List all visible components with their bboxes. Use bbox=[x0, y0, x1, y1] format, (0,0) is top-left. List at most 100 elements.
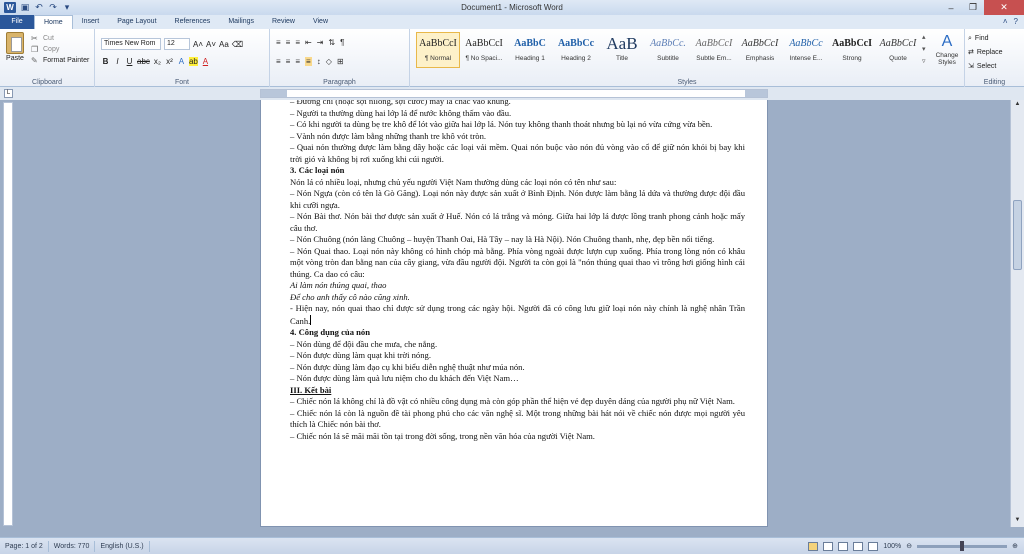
page-count[interactable]: Page: 1 of 2 bbox=[0, 540, 49, 552]
tab-file[interactable]: File bbox=[0, 15, 34, 29]
document-paragraph[interactable]: – Nón được dùng làm quạt khi trời nóng. bbox=[290, 350, 745, 362]
format-painter-button[interactable]: ✎ Format Painter bbox=[31, 55, 89, 66]
section-heading[interactable]: III. Kết bài bbox=[290, 385, 745, 397]
redo-icon[interactable]: ↷ bbox=[48, 2, 58, 13]
horizontal-ruler[interactable] bbox=[260, 89, 768, 98]
scroll-up-icon[interactable]: ▲ bbox=[1013, 101, 1022, 110]
change-styles-button[interactable]: A Change Styles bbox=[934, 32, 960, 68]
font-name-select[interactable]: Times New Rom bbox=[101, 38, 161, 50]
style-heading-2[interactable]: AaBbCc Heading 2 bbox=[554, 32, 598, 68]
superscript-button[interactable]: x² bbox=[165, 57, 174, 66]
tab-review[interactable]: Review bbox=[263, 15, 304, 29]
style-emphasis[interactable]: AaBbCcI Emphasis bbox=[738, 32, 782, 68]
outline-icon[interactable] bbox=[853, 541, 864, 551]
underline-button[interactable]: U bbox=[125, 57, 134, 66]
clear-formatting-button[interactable]: ⌫ bbox=[232, 40, 243, 49]
document-paragraph[interactable]: - Hiện nay, nón quai thao chỉ được sử dụ… bbox=[290, 303, 745, 327]
zoom-slider[interactable] bbox=[917, 540, 1008, 551]
font-size-select[interactable]: 12 bbox=[164, 38, 190, 50]
subscript-button[interactable]: x₂ bbox=[153, 57, 162, 66]
vertical-ruler[interactable] bbox=[3, 102, 13, 526]
undo-icon[interactable]: ↶ bbox=[34, 2, 44, 13]
grow-font-button[interactable]: A˄ bbox=[193, 40, 203, 49]
style-heading-1[interactable]: AaBbC Heading 1 bbox=[508, 32, 552, 68]
decrease-indent-icon[interactable]: ⇤ bbox=[305, 38, 312, 47]
close-button[interactable]: ✕ bbox=[984, 0, 1024, 15]
tab-selector[interactable]: L bbox=[4, 89, 13, 98]
word-count[interactable]: Words: 770 bbox=[49, 540, 96, 552]
document-paragraph[interactable]: – Chiếc nón lá sẽ mãi mãi tồn tại trong … bbox=[290, 431, 745, 443]
find-button[interactable]: ⌕ Find bbox=[968, 32, 1003, 46]
section-heading[interactable]: 3. Các loại nón bbox=[290, 165, 745, 177]
replace-button[interactable]: ⇄ Replace bbox=[968, 46, 1003, 60]
align-right-icon[interactable]: ≡ bbox=[295, 57, 300, 66]
minimize-button[interactable]: ‒ bbox=[940, 0, 962, 15]
scroll-thumb[interactable] bbox=[1013, 200, 1022, 270]
multilevel-list-icon[interactable]: ≡ bbox=[295, 38, 300, 47]
style-gallery-scroll[interactable]: ▴ ▾ ▿ bbox=[922, 32, 932, 68]
qat-dropdown-icon[interactable]: ▾ bbox=[62, 2, 72, 13]
draft-icon[interactable] bbox=[868, 541, 879, 551]
sort-icon[interactable]: ⇅ bbox=[328, 38, 335, 47]
align-left-icon[interactable]: ≡ bbox=[276, 57, 281, 66]
shading-icon[interactable]: ◇ bbox=[326, 57, 332, 66]
document-page[interactable]: – Đường chỉ (hoặc sợi nilông, sợi cước) … bbox=[260, 100, 768, 527]
help-icon[interactable]: ? bbox=[1014, 15, 1018, 29]
copy-button[interactable]: ❐ Copy bbox=[31, 44, 89, 55]
shrink-font-button[interactable]: A˅ bbox=[206, 40, 216, 49]
style-strong[interactable]: AaBbCcI Strong bbox=[830, 32, 874, 68]
font-color-button[interactable]: A bbox=[201, 57, 210, 66]
print-layout-icon[interactable] bbox=[808, 541, 819, 551]
section-heading[interactable]: 4. Công dụng của nón bbox=[290, 327, 745, 339]
document-paragraph[interactable]: – Có khi người ta dùng bẹ tre khô để lót… bbox=[290, 119, 745, 131]
bold-button[interactable]: B bbox=[101, 57, 110, 66]
language[interactable]: English (U.S.) bbox=[95, 540, 150, 552]
document-paragraph[interactable]: – Nón Chuông (nón làng Chuông – huyện Th… bbox=[290, 234, 745, 246]
save-icon[interactable]: ▣ bbox=[20, 2, 30, 13]
italic-button[interactable]: I bbox=[113, 57, 122, 66]
style-quote[interactable]: AaBbCcI Quote bbox=[876, 32, 920, 68]
zoom-out-icon[interactable]: ⊖ bbox=[906, 542, 912, 550]
document-paragraph[interactable]: – Chiếc nón lá không chỉ là đồ vật có nh… bbox=[290, 396, 745, 408]
style-no-spacing[interactable]: AaBbCcI ¶ No Spaci... bbox=[462, 32, 506, 68]
line-spacing-icon[interactable]: ↕ bbox=[317, 57, 321, 66]
borders-icon[interactable]: ⊞ bbox=[337, 57, 344, 66]
document-paragraph[interactable]: – Nón Quai thao. Loại nón này không có h… bbox=[290, 246, 745, 281]
highlight-button[interactable]: ab bbox=[188, 57, 198, 66]
maximize-button[interactable]: ❐ bbox=[962, 0, 984, 15]
style-title[interactable]: AaB Title bbox=[600, 32, 644, 68]
paste-button[interactable]: Paste bbox=[4, 32, 26, 62]
numbering-icon[interactable]: ≡ bbox=[286, 38, 291, 47]
document-paragraph[interactable]: – Nón được dùng làm đạo cụ khi biểu diễn… bbox=[290, 362, 745, 374]
document-body[interactable]: – Đường chỉ (hoặc sợi nilông, sợi cước) … bbox=[290, 100, 745, 442]
document-paragraph[interactable]: – Quai nón thường được làm bằng dây hoặc… bbox=[290, 142, 745, 165]
document-paragraph[interactable]: – Chiếc nón lá còn là nguồn đề tài phong… bbox=[290, 408, 745, 431]
style-normal[interactable]: AaBbCcI ¶ Normal bbox=[416, 32, 460, 68]
document-paragraph[interactable]: Để cho anh thấy cô nào cũng xinh. bbox=[290, 292, 745, 304]
vertical-scrollbar[interactable]: ▲ ▼ bbox=[1010, 100, 1024, 527]
style-intense-emphasis[interactable]: AaBbCc Intense E... bbox=[784, 32, 828, 68]
text-effects-button[interactable]: A bbox=[177, 57, 186, 66]
tab-insert[interactable]: Insert bbox=[73, 15, 109, 29]
tab-home[interactable]: Home bbox=[34, 15, 73, 29]
justify-icon[interactable]: ≡ bbox=[305, 57, 312, 66]
align-center-icon[interactable]: ≡ bbox=[286, 57, 291, 66]
document-paragraph[interactable]: Ai làm nón thúng quai, thao bbox=[290, 280, 745, 292]
document-paragraph[interactable]: – Nón Ngựa (còn có tên là Gò Găng). Loại… bbox=[290, 188, 745, 211]
tab-mailings[interactable]: Mailings bbox=[219, 15, 263, 29]
select-button[interactable]: ⇲ Select bbox=[968, 60, 1003, 74]
tab-references[interactable]: References bbox=[166, 15, 220, 29]
document-paragraph[interactable]: – Nón được dùng làm quà lưu niệm cho du … bbox=[290, 373, 745, 385]
tab-page-layout[interactable]: Page Layout bbox=[108, 15, 165, 29]
web-layout-icon[interactable] bbox=[838, 541, 849, 551]
scroll-down-icon[interactable]: ▼ bbox=[1013, 517, 1022, 526]
style-subtitle[interactable]: AaBbCc. Subtitle bbox=[646, 32, 690, 68]
document-paragraph[interactable]: Nón lá có nhiều loại, nhưng chủ yếu ngườ… bbox=[290, 177, 745, 189]
tab-view[interactable]: View bbox=[304, 15, 337, 29]
strikethrough-button[interactable]: abc bbox=[137, 57, 150, 66]
cut-button[interactable]: ✂ Cut bbox=[31, 33, 89, 44]
show-formatting-icon[interactable]: ¶ bbox=[340, 38, 344, 47]
document-paragraph[interactable]: – Người ta thường dùng hai lớp lá để nướ… bbox=[290, 108, 745, 120]
style-subtle-emphasis[interactable]: AaBbCcI Subtle Em... bbox=[692, 32, 736, 68]
document-paragraph[interactable]: – Đường chỉ (hoặc sợi nilông, sợi cước) … bbox=[290, 100, 745, 108]
